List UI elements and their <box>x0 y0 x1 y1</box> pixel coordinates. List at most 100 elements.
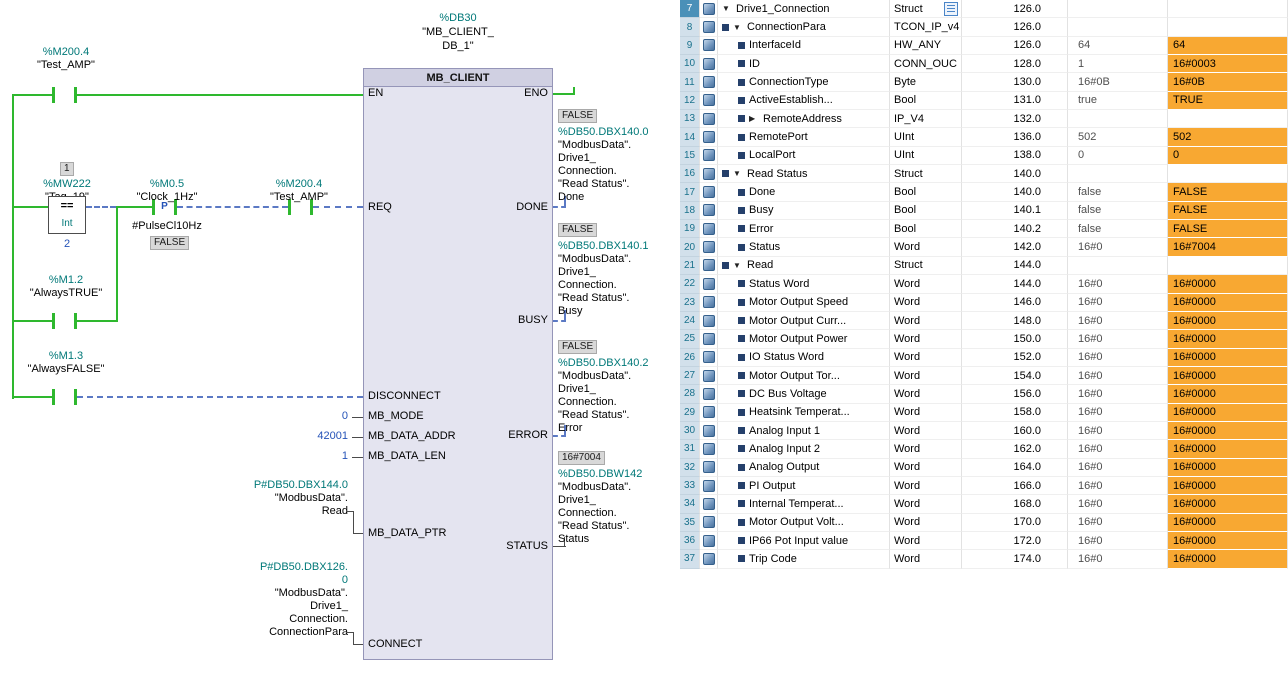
start-value-cell[interactable]: 16#0 <box>1068 367 1168 385</box>
operand-name[interactable]: "Test_AMP" <box>256 191 342 204</box>
operand-path[interactable]: Read <box>208 505 348 518</box>
datatype-cell[interactable]: Word <box>890 385 962 403</box>
start-value-cell[interactable]: 16#0 <box>1068 495 1168 513</box>
datatype-cell[interactable]: Word <box>890 532 962 550</box>
name-cell[interactable]: Motor Output Tor... <box>718 367 890 385</box>
start-value-cell[interactable]: 16#0 <box>1068 330 1168 348</box>
db-table-row[interactable]: 25 Motor Output Power Word 150.0 16#0 16… <box>680 330 1288 348</box>
datatype-cell[interactable]: Word <box>890 422 962 440</box>
db-table-row[interactable]: 18 Busy Bool 140.1 false FALSE <box>680 202 1288 220</box>
name-cell[interactable]: Internal Temperat... <box>718 495 890 513</box>
datatype-cell[interactable]: Word <box>890 404 962 422</box>
db-table-row[interactable]: 29 Heatsink Temperat... Word 158.0 16#0 … <box>680 404 1288 422</box>
name-cell[interactable]: DC Bus Voltage <box>718 385 890 403</box>
done-operand[interactable]: FALSE %DB50.DBX140.0 "ModbusData". Drive… <box>558 109 649 204</box>
name-cell[interactable]: Done <box>718 183 890 201</box>
expand-arrow-icon[interactable]: ▼ <box>733 261 742 270</box>
db-table-row[interactable]: 17 Done Bool 140.0 false FALSE <box>680 183 1288 201</box>
db-table-row[interactable]: 8 ▼ ConnectionPara TCON_IP_v4 126.0 <box>680 18 1288 36</box>
operand-address[interactable]: %DB50.DBX140.1 <box>558 240 649 253</box>
datatype-cell[interactable]: Word <box>890 459 962 477</box>
instance-db-name[interactable]: "MB_CLIENT_ <box>378 26 538 39</box>
operand-address[interactable]: %M0.5 <box>124 178 210 191</box>
edge-memory-operand[interactable]: #PulseCl10Hz <box>124 220 210 233</box>
mb-data-addr-value[interactable]: 42001 <box>268 430 348 443</box>
db-table-row[interactable]: 26 IO Status Word Word 152.0 16#0 16#000… <box>680 349 1288 367</box>
name-cell[interactable]: ▼ Read <box>718 257 890 275</box>
db-table-row[interactable]: 9 InterfaceId HW_ANY 126.0 64 64 <box>680 37 1288 55</box>
db-table-row[interactable]: 23 Motor Output Speed Word 146.0 16#0 16… <box>680 294 1288 312</box>
datatype-cell[interactable]: Word <box>890 330 962 348</box>
start-value-cell[interactable]: 16#0 <box>1068 514 1168 532</box>
name-cell[interactable]: InterfaceId <box>718 37 890 55</box>
name-cell[interactable]: Motor Output Volt... <box>718 514 890 532</box>
name-cell[interactable]: ActiveEstablish... <box>718 92 890 110</box>
db-table-row[interactable]: 32 Analog Output Word 164.0 16#0 16#0000 <box>680 459 1288 477</box>
start-value-cell[interactable]: 1 <box>1068 55 1168 73</box>
instance-db-address[interactable]: %DB30 <box>378 12 538 25</box>
operand-path[interactable]: ConnectionPara <box>208 626 348 639</box>
name-cell[interactable]: IP66 Pot Input value <box>718 532 890 550</box>
start-value-cell[interactable]: 16#0 <box>1068 294 1168 312</box>
name-cell[interactable]: Trip Code <box>718 550 890 568</box>
db-table-row[interactable]: 30 Analog Input 1 Word 160.0 16#0 16#000… <box>680 422 1288 440</box>
name-cell[interactable]: Busy <box>718 202 890 220</box>
db-table-row[interactable]: 34 Internal Temperat... Word 168.0 16#0 … <box>680 495 1288 513</box>
start-value-cell[interactable]: 0 <box>1068 147 1168 165</box>
datatype-cell[interactable]: Word <box>890 477 962 495</box>
instance-db-name[interactable]: DB_1" <box>378 40 538 53</box>
name-cell[interactable]: Analog Output <box>718 459 890 477</box>
db-table-row[interactable]: 12 ActiveEstablish... Bool 131.0 true TR… <box>680 92 1288 110</box>
start-value-cell[interactable]: 16#0 <box>1068 385 1168 403</box>
datatype-cell[interactable]: Word <box>890 294 962 312</box>
datatype-cell[interactable]: Word <box>890 514 962 532</box>
name-cell[interactable]: ▼ ConnectionPara <box>718 18 890 36</box>
mb-client-block[interactable]: MB_CLIENT <box>363 68 553 660</box>
compare-contact[interactable]: == Int <box>48 196 86 234</box>
operand-path[interactable]: "ModbusData". <box>208 492 348 505</box>
name-cell[interactable]: ConnectionType <box>718 73 890 91</box>
datatype-cell[interactable]: UInt <box>890 147 962 165</box>
start-value-cell[interactable]: false <box>1068 220 1168 238</box>
datatype-cell[interactable]: Word <box>890 275 962 293</box>
start-value-cell[interactable]: 16#0 <box>1068 459 1168 477</box>
name-cell[interactable]: ▼ Read Status <box>718 165 890 183</box>
name-cell[interactable]: ▼ Drive1_Connection <box>718 0 890 18</box>
operand-path[interactable]: Drive1_ <box>208 600 348 613</box>
db-table-row[interactable]: 21 ▼ Read Struct 144.0 <box>680 257 1288 275</box>
db-table-row[interactable]: 14 RemotePort UInt 136.0 502 502 <box>680 128 1288 146</box>
datatype-cell[interactable]: Struct <box>890 257 962 275</box>
operand-address[interactable]: %M200.4 <box>23 46 109 59</box>
operand-name[interactable]: "Clock_1Hz" <box>124 191 210 204</box>
datatype-cell[interactable]: Struct <box>890 0 962 18</box>
datatype-cell[interactable]: HW_ANY <box>890 37 962 55</box>
operand-address[interactable]: P#DB50.DBX126. <box>208 561 348 574</box>
db-table-row[interactable]: 20 Status Word 142.0 16#0 16#7004 <box>680 238 1288 256</box>
datatype-cell[interactable]: CONN_OUC <box>890 55 962 73</box>
operand-address[interactable]: %M1.2 <box>23 274 109 287</box>
expand-arrow-icon[interactable]: ▼ <box>733 23 742 32</box>
start-value-cell[interactable] <box>1068 257 1168 275</box>
operand-address[interactable]: P#DB50.DBX144.0 <box>208 479 348 492</box>
db-table-row[interactable]: 15 LocalPort UInt 138.0 0 0 <box>680 147 1288 165</box>
expand-arrow-icon[interactable]: ▼ <box>733 169 742 178</box>
name-cell[interactable]: Motor Output Power <box>718 330 890 348</box>
expand-arrow-icon[interactable]: ▼ <box>722 4 731 13</box>
start-value-cell[interactable]: true <box>1068 92 1168 110</box>
operand-address[interactable]: %DB50.DBW142 <box>558 468 642 481</box>
start-value-cell[interactable]: false <box>1068 183 1168 201</box>
start-value-cell[interactable] <box>1068 165 1168 183</box>
db-table-row[interactable]: 33 PI Output Word 166.0 16#0 16#0000 <box>680 477 1288 495</box>
expand-arrow-icon[interactable]: ▶ <box>749 114 758 123</box>
db-table-row[interactable]: 35 Motor Output Volt... Word 170.0 16#0 … <box>680 514 1288 532</box>
start-value-cell[interactable]: 16#0 <box>1068 477 1168 495</box>
name-cell[interactable]: LocalPort <box>718 147 890 165</box>
datatype-cell[interactable]: Word <box>890 367 962 385</box>
name-cell[interactable]: Error <box>718 220 890 238</box>
operand-address[interactable]: %M1.3 <box>23 350 109 363</box>
contact-always-true[interactable] <box>52 313 55 329</box>
start-value-cell[interactable]: 16#0B <box>1068 73 1168 91</box>
operand-path[interactable]: "ModbusData". <box>208 587 348 600</box>
operand-address[interactable]: %DB50.DBX140.2 <box>558 357 649 370</box>
start-value-cell[interactable] <box>1068 0 1168 18</box>
